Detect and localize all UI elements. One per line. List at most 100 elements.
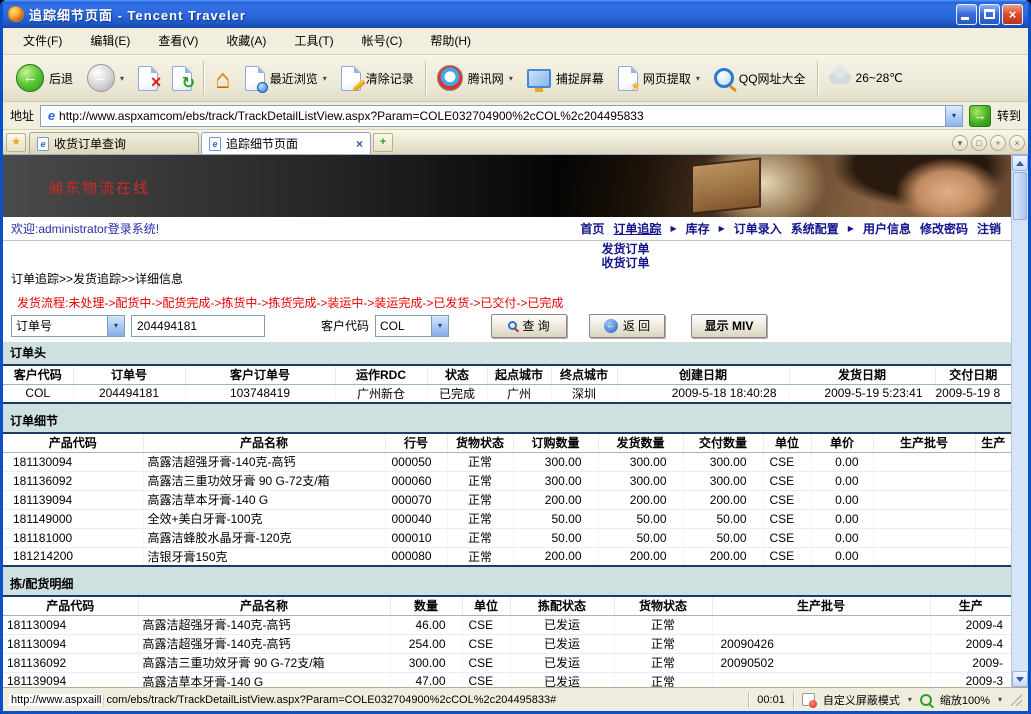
tab-close-icon[interactable] xyxy=(356,137,363,151)
customer-code-select[interactable]: COL xyxy=(375,315,449,337)
recent-button[interactable]: 最近浏览 xyxy=(238,58,334,98)
menu-view[interactable]: 查看(V) xyxy=(144,29,212,54)
tab-close-all-button[interactable]: × xyxy=(1009,135,1025,151)
menu-favorites[interactable]: 收藏(A) xyxy=(212,29,280,54)
table-cell: 正常 xyxy=(614,615,712,634)
menu-edit[interactable]: 编辑(E) xyxy=(76,29,144,54)
scroll-down-button[interactable] xyxy=(1012,671,1028,687)
column-header: 发货数量 xyxy=(598,433,683,452)
nav-change-password[interactable]: 修改密码 xyxy=(920,220,968,237)
submenu-ship-order[interactable]: 发货订单 xyxy=(578,242,673,256)
refresh-button[interactable] xyxy=(165,58,199,98)
content-scrollbar[interactable] xyxy=(1011,155,1028,687)
weather-widget[interactable]: 26~28℃ xyxy=(822,58,910,98)
breadcrumb: 订单追踪>>发货追踪>>详细信息 xyxy=(3,271,1011,287)
extract-dropdown-icon[interactable] xyxy=(696,74,700,83)
chevron-down-icon[interactable] xyxy=(107,316,124,336)
search-type-select[interactable]: 订单号 xyxy=(11,315,125,337)
extract-page-button[interactable]: 网页提取 xyxy=(611,58,707,98)
column-header: 产品名称 xyxy=(138,596,390,615)
table-cell: 300.00 xyxy=(598,471,683,490)
table-cell: 181149000 xyxy=(3,509,143,528)
nav-arrow-icon xyxy=(848,224,854,233)
return-button[interactable]: 返 回 xyxy=(589,314,665,338)
table-cell xyxy=(975,509,1011,528)
close-button[interactable] xyxy=(1002,4,1023,25)
table-cell xyxy=(873,452,975,471)
tab-track-detail[interactable]: 追踪细节页面 xyxy=(201,132,371,154)
new-tab-button[interactable] xyxy=(373,133,393,152)
chevron-down-icon[interactable] xyxy=(431,316,448,336)
capture-screen-button[interactable]: 捕捉屏幕 xyxy=(520,58,611,98)
scrollbar-thumb[interactable] xyxy=(1013,172,1027,220)
home-button[interactable] xyxy=(208,58,238,98)
nav-home[interactable]: 首页 xyxy=(580,220,604,237)
table-row: 181214200洁银牙膏150克000080正常200.00200.00200… xyxy=(3,547,1011,566)
maximize-button[interactable] xyxy=(979,4,1000,25)
clear-history-button[interactable]: 清除记录 xyxy=(334,58,421,98)
table-cell xyxy=(975,490,1011,509)
tab-restore-button[interactable]: □ xyxy=(971,135,987,151)
tencent-icon xyxy=(437,65,463,91)
table-cell: 0.00 xyxy=(811,452,873,471)
address-input[interactable]: http://www.aspxamcom/ebs/track/TrackDeta… xyxy=(40,105,963,127)
nav-logout[interactable]: 注销 xyxy=(977,220,1001,237)
forward-dropdown-icon[interactable] xyxy=(120,74,124,83)
table-cell: 50.00 xyxy=(598,528,683,547)
query-button[interactable]: 查 询 xyxy=(491,314,567,338)
qq-sites-button[interactable]: QQ网址大全 xyxy=(707,58,813,98)
arrow-down-icon xyxy=(1016,677,1024,682)
recent-dropdown-icon[interactable] xyxy=(323,74,327,83)
nav-system-config[interactable]: 系统配置 xyxy=(791,220,839,237)
tencent-dropdown-icon[interactable] xyxy=(509,74,513,83)
minimize-button[interactable] xyxy=(956,4,977,25)
table-cell: 广州新仓 xyxy=(335,384,427,403)
table-cell: 181130094 xyxy=(3,634,138,653)
block-mode-dropdown-icon[interactable] xyxy=(908,695,912,704)
tab-list-chevron-button[interactable]: ▾ xyxy=(952,135,968,151)
toolbar-divider xyxy=(425,61,426,95)
back-button[interactable]: 后退 xyxy=(9,58,80,98)
column-header: 发货日期 xyxy=(789,365,935,384)
nav-inventory[interactable]: 库存 xyxy=(686,220,710,237)
menu-file[interactable]: 文件(F) xyxy=(9,29,76,54)
table-cell: 181130094 xyxy=(3,615,138,634)
table-cell: 103748419 xyxy=(185,384,335,403)
column-header: 创建日期 xyxy=(617,365,789,384)
stop-button[interactable] xyxy=(131,58,165,98)
show-miv-button[interactable]: 显示 MIV xyxy=(691,314,767,338)
tab-page-icon xyxy=(37,137,49,151)
refresh-icon xyxy=(172,66,192,91)
nav-user-info[interactable]: 用户信息 xyxy=(863,220,911,237)
zoom-level-label[interactable]: 缩放100% xyxy=(940,692,990,708)
menu-help[interactable]: 帮助(H) xyxy=(416,29,485,54)
resize-grip[interactable] xyxy=(1010,694,1022,706)
tencent-button[interactable]: 腾讯网 xyxy=(430,58,520,98)
order-number-input[interactable] xyxy=(131,315,265,337)
nav-order-entry[interactable]: 订单录入 xyxy=(734,220,782,237)
nav-order-track[interactable]: 订单追踪 xyxy=(613,220,661,237)
table-cell: 2009-4 xyxy=(930,615,1011,634)
block-mode-label[interactable]: 自定义屏蔽模式 xyxy=(823,692,900,708)
menu-tools[interactable]: 工具(T) xyxy=(280,29,347,54)
favorites-star-button[interactable] xyxy=(6,133,26,152)
table-cell: 0.00 xyxy=(811,547,873,566)
scroll-up-button[interactable] xyxy=(1012,155,1028,171)
status-url: http://www.aspxaill com/ebs/track/TrackD… xyxy=(9,694,740,706)
refresh-arrow-icon xyxy=(182,73,195,93)
zoom-dropdown-icon[interactable] xyxy=(998,695,1002,704)
app-icon xyxy=(8,6,24,22)
menu-account[interactable]: 帐号(C) xyxy=(348,29,417,54)
table-row: COL204494181103748419广州新仓已完成广州深圳2009-5-1… xyxy=(3,384,1011,403)
tab-pin-button[interactable]: + xyxy=(990,135,1006,151)
submenu-receive-order[interactable]: 收货订单 xyxy=(578,256,673,270)
tab-page-icon xyxy=(209,137,221,151)
table-cell: 正常 xyxy=(447,452,513,471)
table-cell xyxy=(873,471,975,490)
go-button[interactable] xyxy=(969,105,991,127)
forward-button[interactable] xyxy=(80,58,131,98)
table-row: 181130094高露洁超强牙膏-140克-高钙000050正常300.0030… xyxy=(3,452,1011,471)
qq-sites-label: QQ网址大全 xyxy=(739,70,806,87)
tab-receive-order-query[interactable]: 收货订单查询 xyxy=(29,132,199,154)
address-dropdown-icon[interactable] xyxy=(945,106,962,126)
